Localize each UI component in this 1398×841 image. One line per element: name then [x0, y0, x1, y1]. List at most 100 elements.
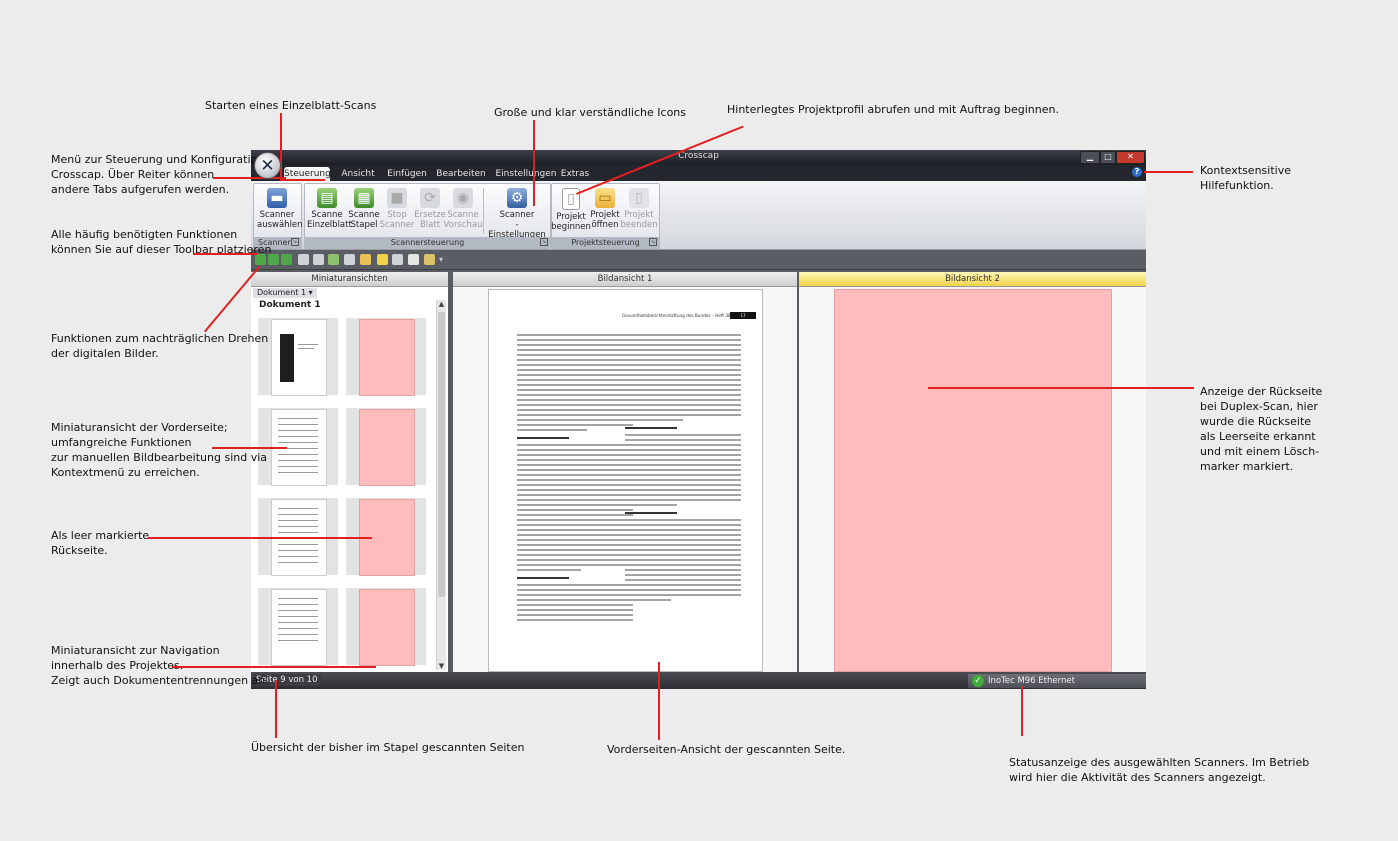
annotation-line	[1144, 171, 1193, 173]
thumbnail-front-1[interactable]	[258, 318, 338, 396]
cover-image	[280, 334, 294, 382]
annotation-line	[148, 537, 372, 539]
annotation-line	[212, 447, 287, 449]
thumbnail-page-blank	[359, 319, 415, 396]
annotation-vorderseite: Vorderseiten-Ansicht der gescannten Seit…	[607, 743, 846, 756]
annotation-uebersicht: Übersicht der bisher im Stapel gescannte…	[251, 741, 525, 754]
check-circle-icon: ✓	[972, 675, 984, 687]
front-view-header: Bildansicht 1	[453, 272, 797, 287]
select-pointer-icon[interactable]	[377, 254, 388, 265]
page-tool-icon[interactable]	[298, 254, 309, 265]
annotation-icons: Große und klar verständliche Icons	[494, 106, 686, 119]
group-launcher-icon[interactable]: ↘	[291, 238, 299, 246]
group-launcher-icon[interactable]: ↘	[649, 238, 657, 246]
ribbon-group-scannersteuerung: ▤ Scanne Einzelblatt ▦ Scanne Stapel ■ S…	[304, 183, 551, 249]
ribbon-group-projektsteuerung: ▯ Projekt beginnen ▭ Projekt öffnen ▯ Pr…	[551, 183, 660, 249]
rotate-180-icon[interactable]	[281, 254, 292, 265]
projekt-beenden-button[interactable]: ▯ Projekt beenden	[619, 188, 659, 230]
annotation-line	[533, 120, 535, 206]
replace-icon: ⟳	[420, 188, 440, 208]
thumbnail-pane: Miniaturansichten Dokument 1 ▾ Dokument …	[251, 272, 448, 672]
scanner-einstellungen-button[interactable]: ⚙ Scanner -Einstellungen	[487, 188, 547, 240]
annotation-line	[1021, 686, 1023, 736]
tab-einfuegen[interactable]: Einfügen	[385, 167, 429, 181]
document-label: Dokument 1	[259, 300, 321, 310]
stop-icon: ■	[387, 188, 407, 208]
page-number: 17	[730, 312, 756, 319]
mark-icon[interactable]	[360, 254, 371, 265]
button-label: Projekt	[624, 210, 654, 220]
check-icon[interactable]	[328, 254, 339, 265]
annotation-rueckseite: Anzeige der Rückseite bei Duplex-Scan, hi…	[1200, 385, 1323, 473]
annotation-menu: Menü zur Steuerung und Konfiguration Cros…	[51, 153, 265, 196]
zoom-fit-icon[interactable]	[392, 254, 403, 265]
document-icon[interactable]	[344, 254, 355, 265]
thumbnail-scrollbar[interactable]: ▲ ▼	[436, 300, 446, 670]
annotation-line	[213, 177, 286, 179]
ribbon: ▬ Scanner auswählen Scanner ↘ ▤ Scanne E…	[251, 181, 1146, 250]
annotation-line	[928, 387, 1194, 389]
scroll-down-icon[interactable]: ▼	[437, 662, 446, 670]
button-label: Einzelblatt	[307, 220, 352, 230]
eraser-icon[interactable]	[408, 254, 419, 265]
annotation-line	[280, 179, 325, 181]
scissors-icon[interactable]	[424, 254, 435, 265]
thumbnail-back-2[interactable]	[346, 408, 426, 486]
thumbnail-page	[271, 319, 327, 396]
tab-ansicht[interactable]: Ansicht	[338, 167, 378, 181]
scanned-back-page-blank[interactable]	[834, 289, 1112, 672]
quick-access-toolbar: ▾	[251, 251, 1146, 270]
scan-single-icon: ▤	[317, 188, 337, 208]
scrollbar-thumb[interactable]	[438, 312, 445, 597]
button-label: Scanner	[499, 210, 535, 220]
annotation-line	[275, 680, 277, 738]
annotation-status: Statusanzeige des ausgewählten Scanners.…	[1009, 756, 1310, 784]
thumbnail-back-1[interactable]	[346, 318, 426, 396]
scanner-settings-icon: ⚙	[507, 188, 527, 208]
close-button[interactable]: ✕	[1116, 151, 1145, 164]
preview-icon: ◉	[453, 188, 473, 208]
button-label: Vorschau	[443, 220, 483, 230]
maximize-button[interactable]: □	[1100, 151, 1116, 164]
title-bar: Crosscap ▁ □ ✕	[251, 150, 1146, 165]
back-view-header: Bildansicht 2	[799, 272, 1146, 287]
scanner-name: InoTec M96 Ethernet	[988, 676, 1075, 686]
group-label: Scannersteuerung	[305, 237, 550, 248]
scanned-front-page[interactable]: Gesundheitsberichterstattung des Bundes …	[488, 289, 763, 672]
split-icon[interactable]	[313, 254, 324, 265]
annotation-line	[172, 666, 376, 668]
group-label: Projektsteuerung	[552, 237, 659, 248]
window-title: Crosscap	[678, 151, 719, 161]
document-selector[interactable]: Dokument 1 ▾	[253, 288, 317, 298]
tab-extras[interactable]: Extras	[560, 167, 590, 181]
thumbnail-page-blank	[359, 589, 415, 666]
group-launcher-icon[interactable]: ↘	[540, 238, 548, 246]
annotation-einzelblatt: Starten eines Einzelblatt-Scans	[205, 99, 377, 112]
button-label: beenden	[620, 220, 658, 230]
annotation-miniatur-vorderseite: Miniaturansicht der Vorderseite; umfangre…	[51, 421, 268, 479]
scanne-einzelblatt-button[interactable]: ▤ Scanne Einzelblatt	[307, 188, 352, 230]
button-label: Scanner	[259, 210, 295, 220]
thumbnail-pane-header: Miniaturansichten	[251, 272, 448, 287]
scan-stack-icon: ▦	[354, 188, 374, 208]
thumbnail-page	[271, 589, 327, 666]
thumbnail-front-4[interactable]	[258, 588, 338, 666]
scroll-up-icon[interactable]: ▲	[437, 300, 446, 308]
front-image-view: Bildansicht 1 Gesundheitsberichterstattu…	[453, 272, 797, 672]
minimize-button[interactable]: ▁	[1080, 151, 1100, 164]
tab-einstellungen[interactable]: Einstellungen	[493, 167, 559, 181]
running-head: Gesundheitsberichterstattung des Bundes …	[622, 313, 731, 318]
help-icon[interactable]: ?	[1132, 167, 1142, 177]
toolbar-dropdown-icon[interactable]: ▾	[439, 254, 450, 265]
scanne-vorschau-button[interactable]: ◉ Scanne Vorschau	[443, 188, 483, 230]
text-column-right	[625, 334, 741, 604]
tab-bearbeiten[interactable]: Bearbeiten	[434, 167, 488, 181]
annotation-line	[658, 662, 660, 740]
scanner-status[interactable]: ✓ InoTec M96 Ethernet	[968, 674, 1146, 688]
back-image-view: Bildansicht 2	[799, 272, 1146, 672]
scanner-icon: ▬	[267, 188, 287, 208]
app-menu-logo-icon[interactable]: ✕	[254, 152, 281, 179]
text-column-left	[517, 334, 633, 624]
annotation-projektprofil: Hinterlegtes Projektprofil abrufen und m…	[727, 103, 1059, 116]
thumbnail-back-4[interactable]	[346, 588, 426, 666]
